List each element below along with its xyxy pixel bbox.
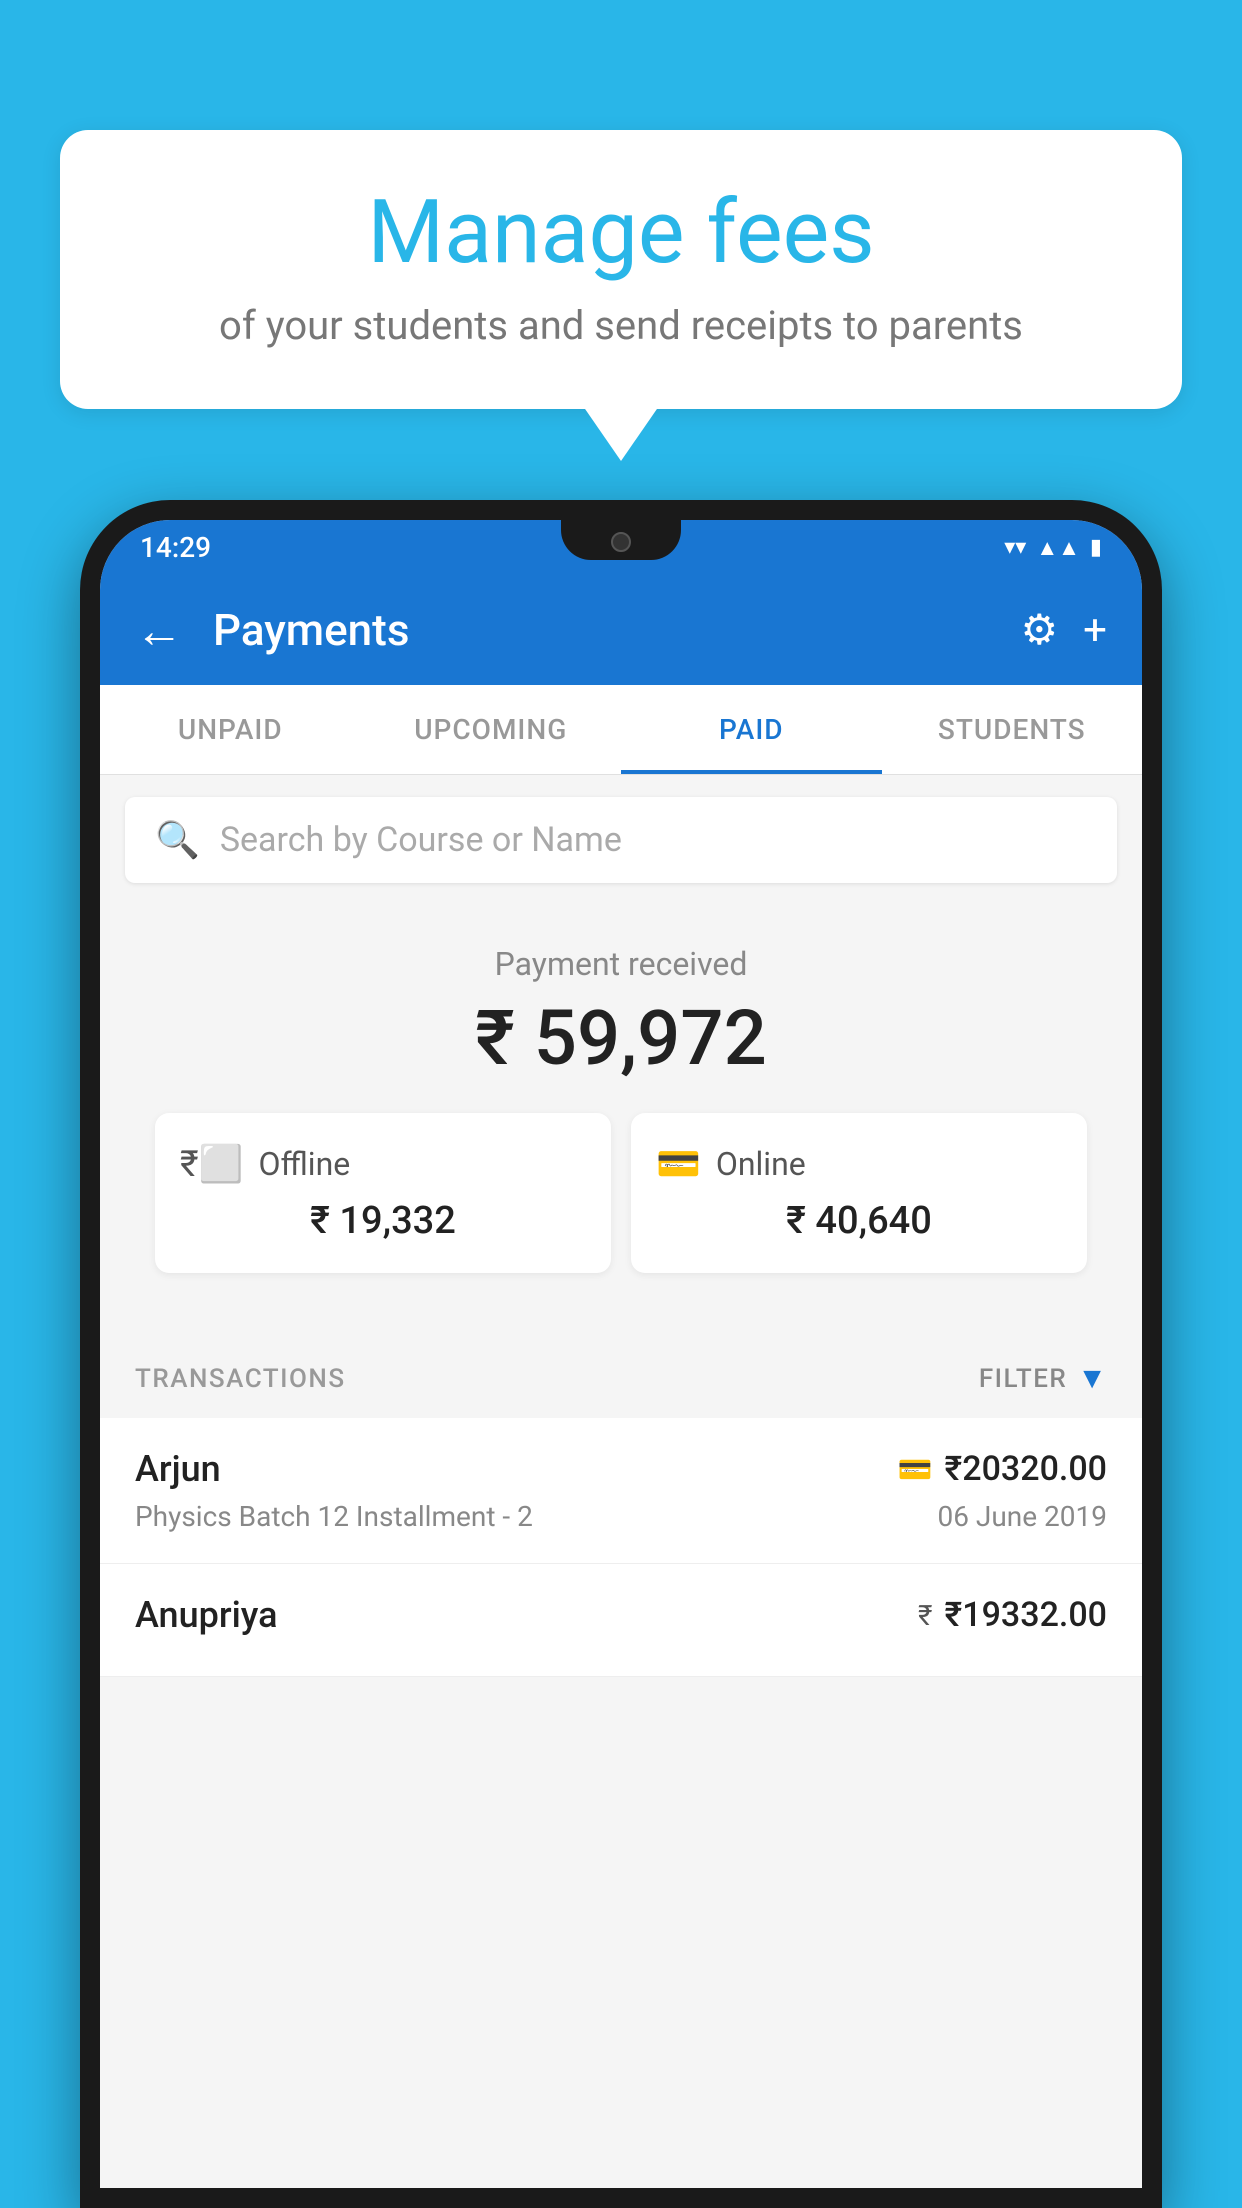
app-bar-actions: ⚙ + (1021, 605, 1108, 655)
filter-button[interactable]: FILTER ▼ (979, 1361, 1107, 1396)
phone-inner: 14:29 ▾▾ ▲▲ ▮ ← Payments ⚙ + UNPAID UPCO… (100, 520, 1142, 2188)
search-input[interactable]: Search by Course or Name (220, 820, 622, 860)
status-icons: ▾▾ ▲▲ ▮ (1004, 535, 1102, 561)
signal-icon: ▲▲ (1036, 535, 1080, 561)
phone-frame: 14:29 ▾▾ ▲▲ ▮ ← Payments ⚙ + UNPAID UPCO… (80, 500, 1162, 2208)
page-title: Payments (213, 604, 991, 656)
tab-upcoming[interactable]: UPCOMING (361, 685, 622, 774)
offline-amount: ₹ 19,332 (180, 1199, 586, 1243)
payment-received-label: Payment received (130, 945, 1112, 983)
search-box[interactable]: 🔍 Search by Course or Name (125, 797, 1117, 883)
filter-label: FILTER (979, 1364, 1067, 1394)
tab-unpaid[interactable]: UNPAID (100, 685, 361, 774)
online-label: Online (716, 1145, 806, 1183)
transaction-name: Arjun (135, 1448, 221, 1490)
battery-icon: ▮ (1090, 535, 1102, 560)
speech-bubble-subtext: of your students and send receipts to pa… (120, 302, 1122, 349)
offline-icon: ₹⬜ (180, 1143, 243, 1185)
transaction-amount-wrap: 💳 ₹20320.00 (898, 1449, 1107, 1489)
payment-type-icon: ₹ (918, 1599, 932, 1632)
offline-card-top: ₹⬜ Offline (180, 1143, 586, 1185)
transaction-name: Anupriya (135, 1594, 278, 1636)
offline-payment-card: ₹⬜ Offline ₹ 19,332 (155, 1113, 611, 1273)
transaction-top-row: Arjun 💳 ₹20320.00 (135, 1448, 1107, 1490)
filter-icon: ▼ (1077, 1361, 1107, 1396)
search-container: 🔍 Search by Course or Name (100, 775, 1142, 905)
search-icon: 🔍 (155, 819, 200, 861)
online-card-top: 💳 Online (656, 1143, 1062, 1185)
back-button[interactable]: ← (135, 602, 183, 659)
transaction-amount: ₹20320.00 (945, 1449, 1107, 1489)
status-bar: 14:29 ▾▾ ▲▲ ▮ (100, 520, 1142, 575)
payment-cards-row: ₹⬜ Offline ₹ 19,332 💳 Online ₹ 40,640 (130, 1113, 1112, 1303)
transactions-section-label: TRANSACTIONS (135, 1364, 346, 1394)
camera (611, 532, 631, 552)
add-icon[interactable]: + (1083, 606, 1107, 655)
status-time: 14:29 (140, 531, 211, 564)
tab-students[interactable]: STUDENTS (882, 685, 1143, 774)
payment-type-icon: 💳 (898, 1453, 933, 1486)
transaction-bottom-row: Physics Batch 12 Installment - 2 06 June… (135, 1500, 1107, 1533)
notch (561, 520, 681, 560)
tabs-bar: UNPAID UPCOMING PAID STUDENTS (100, 685, 1142, 775)
transactions-header: TRANSACTIONS FILTER ▼ (100, 1333, 1142, 1418)
transaction-amount-wrap: ₹ ₹19332.00 (918, 1595, 1107, 1635)
speech-bubble-heading: Manage fees (120, 185, 1122, 282)
transaction-top-row: Anupriya ₹ ₹19332.00 (135, 1594, 1107, 1636)
settings-icon[interactable]: ⚙ (1021, 605, 1059, 655)
tab-paid[interactable]: PAID (621, 685, 882, 774)
transaction-row[interactable]: Arjun 💳 ₹20320.00 Physics Batch 12 Insta… (100, 1418, 1142, 1564)
speech-bubble-container: Manage fees of your students and send re… (60, 130, 1182, 409)
transaction-course: Physics Batch 12 Installment - 2 (135, 1500, 533, 1533)
app-bar: ← Payments ⚙ + (100, 575, 1142, 685)
online-icon: 💳 (656, 1143, 701, 1185)
payment-total-amount: ₹ 59,972 (130, 993, 1112, 1083)
transaction-date: 06 June 2019 (937, 1500, 1107, 1533)
offline-label: Offline (258, 1145, 350, 1183)
speech-bubble: Manage fees of your students and send re… (60, 130, 1182, 409)
transaction-row[interactable]: Anupriya ₹ ₹19332.00 (100, 1564, 1142, 1677)
online-amount: ₹ 40,640 (656, 1199, 1062, 1243)
payment-received-section: Payment received ₹ 59,972 ₹⬜ Offline ₹ 1… (100, 905, 1142, 1333)
online-payment-card: 💳 Online ₹ 40,640 (631, 1113, 1087, 1273)
wifi-icon: ▾▾ (1004, 535, 1026, 560)
transaction-amount: ₹19332.00 (945, 1595, 1107, 1635)
